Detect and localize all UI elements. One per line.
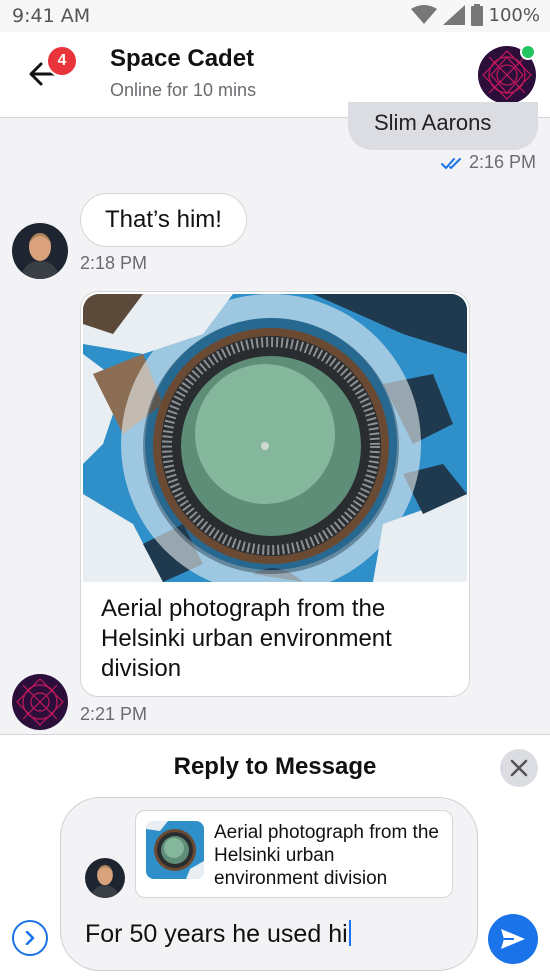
- battery-icon: [470, 4, 483, 26]
- image-caption: Aerial photograph from the Helsinki urba…: [101, 595, 392, 682]
- quoted-message[interactable]: Aerial photograph from the Helsinki urba…: [135, 810, 453, 898]
- contact-avatar[interactable]: [12, 674, 68, 730]
- contact-status: Online for 10 mins: [110, 80, 257, 100]
- send-button[interactable]: [488, 914, 538, 964]
- wifi-icon: [410, 5, 437, 24]
- text-cursor: [348, 920, 351, 946]
- reply-panel: Reply to Message Aerial photograph from …: [0, 734, 550, 978]
- outgoing-message-bubble[interactable]: Slim Aarons: [348, 102, 538, 150]
- message-text: Slim Aarons: [374, 110, 492, 135]
- quoted-sender-avatar: [85, 858, 125, 898]
- close-icon: [510, 759, 528, 777]
- quoted-text: Aerial photograph from the Helsinki urba…: [214, 822, 439, 889]
- message-time: 2:21 PM: [80, 704, 148, 724]
- unread-badge: 4: [46, 45, 78, 77]
- message-input[interactable]: For 50 years he used hi: [85, 920, 351, 949]
- contact-name[interactable]: Space Cadet: [110, 45, 254, 73]
- online-indicator: [520, 44, 536, 60]
- chevron-right-icon: [25, 931, 35, 945]
- message-text: That’s him!: [105, 206, 222, 233]
- message-time: 2:18 PM: [80, 253, 148, 273]
- aerial-photo[interactable]: [83, 294, 467, 582]
- expand-options-button[interactable]: [12, 920, 48, 956]
- incoming-message-bubble[interactable]: That’s him!: [80, 193, 247, 247]
- battery-percentage: 100%: [488, 4, 540, 26]
- status-bar: 9:41 AM 100%: [0, 0, 550, 32]
- quoted-image-thumbnail: [146, 821, 204, 879]
- reply-title: Reply to Message: [173, 753, 377, 780]
- signal-icon: [442, 5, 465, 25]
- status-icons: 100%: [410, 4, 540, 26]
- image-message-card[interactable]: Aerial photograph from the Helsinki urba…: [80, 291, 470, 697]
- double-check-icon: [440, 157, 461, 169]
- send-icon: [501, 929, 525, 949]
- status-time: 9:41 AM: [12, 5, 91, 27]
- message-time: 2:16 PM: [468, 152, 536, 172]
- compose-box[interactable]: Aerial photograph from the Helsinki urba…: [60, 797, 478, 971]
- draft-text: For 50 years he used hi: [85, 920, 348, 948]
- sender-avatar[interactable]: [12, 223, 68, 279]
- close-reply-button[interactable]: [500, 749, 538, 787]
- outgoing-message-meta: 2:16 PM: [440, 152, 536, 173]
